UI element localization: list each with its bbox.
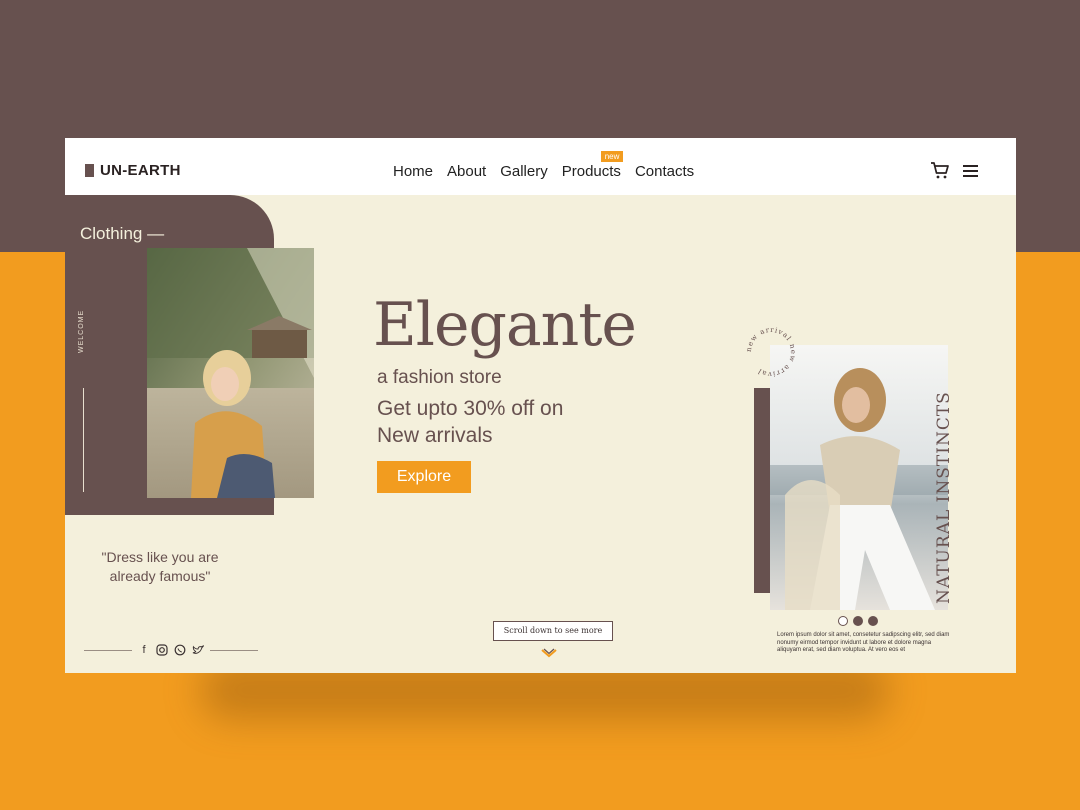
scroll-hint[interactable]: Scroll down to see more <box>493 621 613 641</box>
svg-text:new arrival new arrival: new arrival new arrival <box>745 326 797 378</box>
hero-offer: Get upto 30% off on New arrivals <box>377 395 563 449</box>
nav-about[interactable]: About <box>447 163 486 180</box>
instagram-icon[interactable] <box>156 644 168 656</box>
carousel-dot-3[interactable] <box>868 616 878 626</box>
category-label: Clothing — <box>80 224 165 243</box>
whatsapp-icon[interactable] <box>174 644 186 656</box>
carousel-dot-1[interactable] <box>838 616 848 626</box>
tagline-quote: "Dress like you are already famous" <box>85 548 235 586</box>
nav-products-label: Products <box>561 163 621 180</box>
social-divider-right <box>210 649 258 651</box>
social-divider-left <box>84 649 132 651</box>
nav-contacts[interactable]: Contacts <box>635 163 694 180</box>
quote-line-2: already famous" <box>109 568 211 584</box>
explore-button[interactable]: Explore <box>377 461 471 493</box>
new-arrival-badge: new arrival new arrival <box>745 326 797 378</box>
website-frame: UN-EARTH Home About Gallery new Products… <box>65 138 1016 673</box>
circle-text: new arrival new arrival <box>745 326 796 378</box>
brand-mark-icon <box>85 164 94 177</box>
brand-logo[interactable]: UN-EARTH <box>85 162 181 179</box>
hero-title: Elegante <box>373 290 637 360</box>
menu-icon[interactable] <box>963 165 978 177</box>
natural-instincts-label: NATURAL INSTINCTS <box>934 391 954 604</box>
offer-line-2: New arrivals <box>377 424 493 447</box>
nav-products[interactable]: new Products <box>561 151 624 180</box>
twitter-icon[interactable] <box>192 644 204 656</box>
social-links: f <box>84 644 258 656</box>
collection-description: Lorem ipsum dolor sit amet, consetetur s… <box>777 632 950 653</box>
model-photo-left <box>147 248 314 498</box>
nav-gallery[interactable]: Gallery <box>500 163 548 180</box>
hero-subtitle: a fashion store <box>377 367 502 388</box>
offer-line-1: Get upto 30% off on <box>377 397 564 420</box>
accent-bar <box>754 388 771 593</box>
quote-line-1: "Dress like you are <box>101 549 219 565</box>
cart-icon[interactable] <box>930 160 950 180</box>
navbar: UN-EARTH Home About Gallery new Products… <box>65 138 1016 195</box>
facebook-icon[interactable]: f <box>138 644 150 656</box>
chevron-down-icon[interactable] <box>540 648 558 658</box>
nav-home[interactable]: Home <box>393 163 433 180</box>
carousel-dots <box>838 616 878 626</box>
brand-name: UN-EARTH <box>100 162 181 179</box>
model-photo-right <box>770 345 948 610</box>
welcome-label: WELCOME <box>78 309 85 353</box>
main-nav: Home About Gallery new Products Contacts <box>393 151 694 180</box>
new-badge: new <box>600 151 624 162</box>
welcome-divider <box>83 388 84 492</box>
carousel-dot-2[interactable] <box>853 616 863 626</box>
